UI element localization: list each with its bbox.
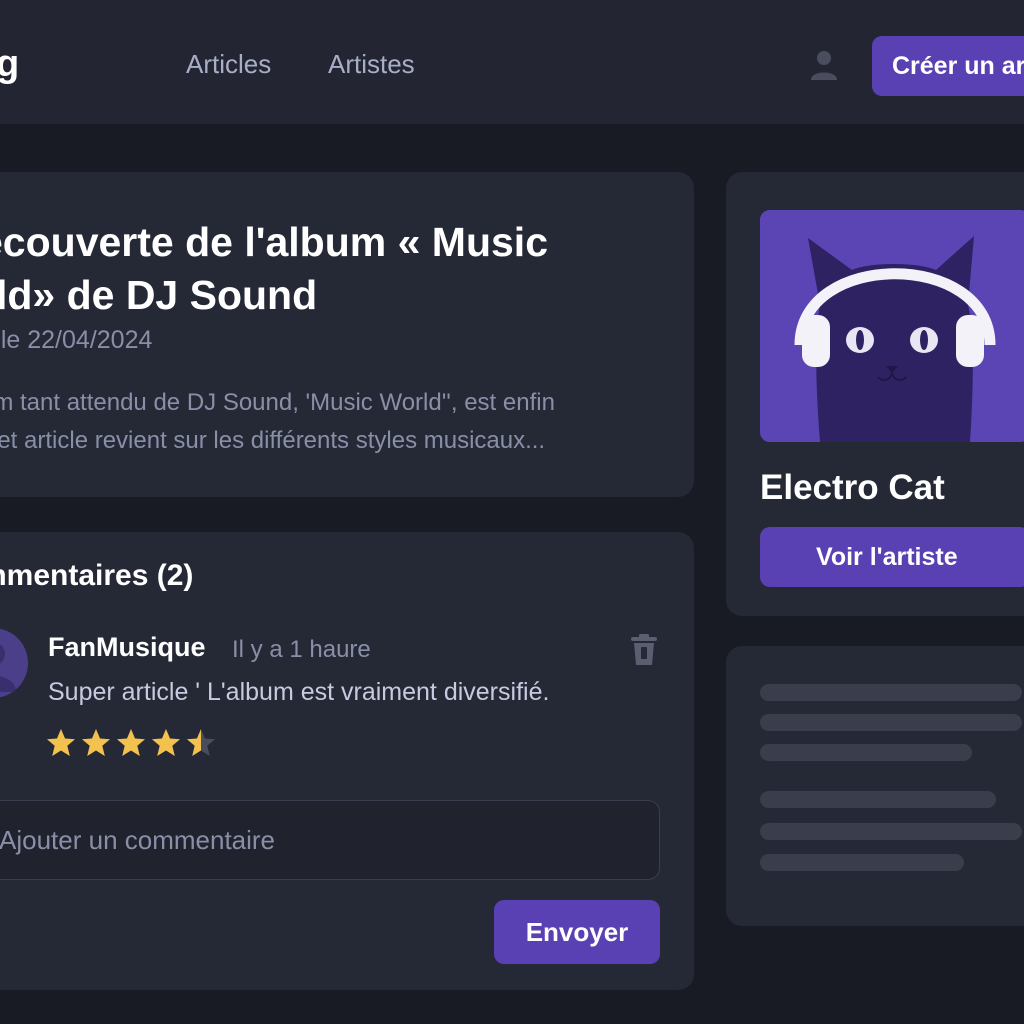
comment-author[interactable]: FanMusique [48,632,206,663]
star-icon [187,729,215,756]
view-artist-button[interactable]: Voir l'artiste [760,527,1024,587]
comment-text: Super article ' L'album est vraiment div… [48,678,550,706]
comments-card: mmentaires (2) FanMusique Il y a 1 haure… [0,532,694,990]
skeleton-line [760,714,1022,731]
comment-timestamp: Il y a 1 haure [232,636,371,663]
cat-with-headphones-icon [760,210,1024,442]
skeleton-line [760,823,1022,840]
artist-name: Electro Cat [760,468,945,507]
skeleton-line [760,854,964,871]
user-icon[interactable] [810,50,838,82]
send-button[interactable]: Envoyer [494,900,660,964]
article-card: écouverte de l'album « Music rld» de DJ … [0,172,694,497]
star-icon [117,729,145,756]
star-icon [47,729,75,756]
article-date: é le 22/04/2024 [0,326,153,354]
skeleton-line [760,684,1022,701]
comments-heading: mmentaires (2) [0,559,194,592]
skeleton-line [760,744,972,761]
trash-icon[interactable] [630,634,658,666]
avatar [0,628,28,698]
article-excerpt: um tant attendu de DJ Sound, 'Music Worl… [0,389,555,454]
loading-skeleton-card [726,646,1024,926]
nav-link-articles[interactable]: Articles [186,48,271,80]
nav-link-artists[interactable]: Artistes [328,48,415,80]
top-header: g Articles Artistes Créer un article [0,0,1024,125]
artist-card: Electro Cat Voir l'artiste [726,172,1024,616]
star-icon [152,729,180,756]
comment-input[interactable] [0,800,660,880]
create-article-button[interactable]: Créer un article [872,36,1024,96]
article-title: écouverte de l'album « Music rld» de DJ … [0,219,548,318]
skeleton-line [760,791,996,808]
star-icon [82,729,110,756]
site-logo[interactable]: g [0,38,19,90]
